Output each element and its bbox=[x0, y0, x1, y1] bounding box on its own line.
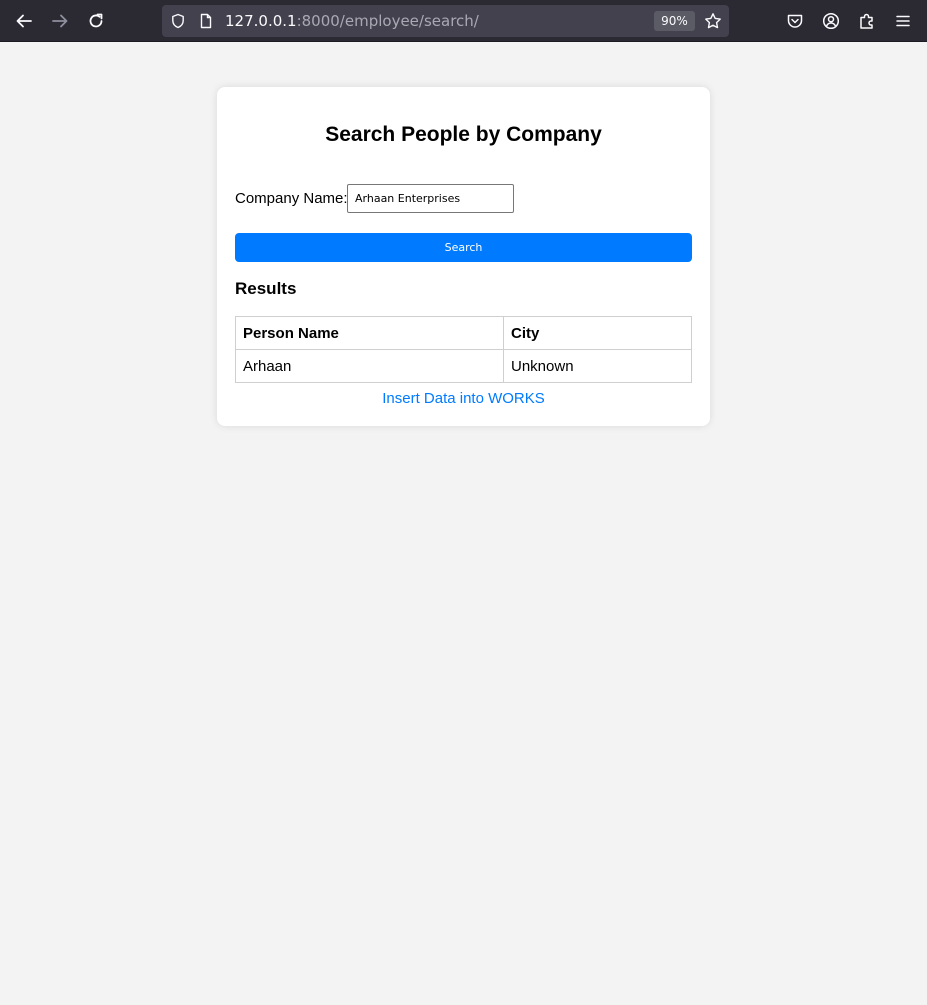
search-card: Search People by Company Company Name: S… bbox=[217, 87, 710, 426]
cell-city: Unknown bbox=[503, 349, 692, 383]
page-icon[interactable] bbox=[198, 13, 214, 29]
company-name-input[interactable] bbox=[347, 184, 514, 213]
url-path: :8000/employee/search/ bbox=[296, 12, 479, 30]
zoom-level-badge[interactable]: 90% bbox=[654, 11, 695, 31]
insert-data-link[interactable]: Insert Data into WORKS bbox=[217, 390, 710, 407]
reload-button[interactable] bbox=[80, 5, 112, 37]
back-button[interactable] bbox=[8, 5, 40, 37]
pocket-icon bbox=[787, 14, 803, 28]
url-host: 127.0.0.1 bbox=[225, 12, 297, 30]
account-icon bbox=[822, 12, 840, 30]
cell-person-name: Arhaan bbox=[235, 349, 504, 383]
browser-toolbar: 127.0.0.1:8000/employee/search/ 90% bbox=[0, 0, 927, 42]
url-text[interactable]: 127.0.0.1:8000/employee/search/ bbox=[225, 12, 479, 30]
extensions-button[interactable] bbox=[851, 5, 883, 37]
menu-button[interactable] bbox=[887, 5, 919, 37]
results-table: Person Name City Arhaan Unknown bbox=[235, 316, 692, 383]
star-bookmark-icon[interactable] bbox=[704, 12, 722, 30]
page-title: Search People by Company bbox=[325, 123, 602, 146]
column-header-city: City bbox=[503, 316, 692, 350]
hamburger-menu-icon bbox=[896, 15, 910, 27]
reload-icon bbox=[89, 13, 103, 28]
address-bar[interactable]: 127.0.0.1:8000/employee/search/ 90% bbox=[162, 5, 729, 37]
results-heading: Results bbox=[235, 279, 297, 298]
puzzle-piece-icon bbox=[860, 13, 873, 29]
table-header-row: Person Name City bbox=[235, 316, 692, 350]
shield-icon[interactable] bbox=[170, 13, 186, 29]
table-row: Arhaan Unknown bbox=[235, 349, 692, 383]
pocket-button[interactable] bbox=[779, 5, 811, 37]
account-button[interactable] bbox=[815, 5, 847, 37]
company-name-label: Company Name: bbox=[235, 190, 348, 207]
arrow-right-icon bbox=[52, 14, 68, 28]
column-header-person-name: Person Name bbox=[235, 316, 504, 350]
search-button[interactable]: Search bbox=[235, 233, 692, 262]
forward-button[interactable] bbox=[44, 5, 76, 37]
arrow-left-icon bbox=[16, 14, 32, 28]
